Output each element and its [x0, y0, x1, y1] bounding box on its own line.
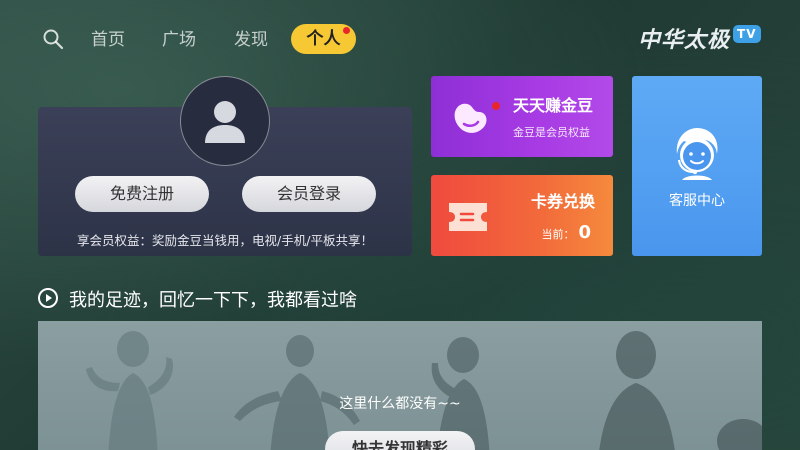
tab-personal-label: 个人: [306, 29, 341, 49]
gold-bean-card[interactable]: 天天赚金豆 金豆是会员权益: [431, 76, 613, 157]
customer-service-card[interactable]: 客服中心: [632, 76, 762, 256]
login-button[interactable]: 会员登录: [242, 176, 376, 212]
discover-button[interactable]: 快去发现精彩: [325, 431, 475, 450]
tab-home[interactable]: 首页: [91, 26, 125, 54]
search-icon[interactable]: [42, 28, 64, 50]
bean-icon: [454, 103, 487, 133]
history-panel: 这里什么都没有~~ 快去发现精彩: [38, 321, 762, 450]
customer-service-icon: [676, 128, 718, 180]
gold-notification-dot: [492, 102, 500, 110]
logo-text: 中华太极: [638, 28, 731, 53]
coupon-current: 当前： 0: [541, 222, 591, 243]
coupon-title: 卡券兑换: [530, 192, 595, 211]
avatar[interactable]: [180, 76, 270, 166]
avatar-icon: [205, 101, 245, 143]
tab-discover[interactable]: 发现: [234, 26, 268, 54]
member-benefit-text: 享会员权益：奖励金豆当钱用，电视/手机/平板共享！: [77, 233, 373, 248]
coupon-count: 0: [578, 222, 591, 243]
gold-bean-subtitle: 金豆是会员权益: [513, 126, 590, 139]
notification-dot: [343, 27, 350, 34]
footprint-title: 我的足迹，回忆一下下，我都看过啥: [69, 290, 357, 311]
ticket-icon: [449, 203, 487, 231]
coupon-card[interactable]: 卡券兑换 当前： 0: [431, 175, 613, 256]
register-button[interactable]: 免费注册: [75, 176, 209, 212]
tab-personal[interactable]: 个人: [291, 24, 356, 54]
app-logo: 中华太极 TV: [638, 22, 761, 54]
logo-tv-badge: TV: [733, 25, 761, 43]
tab-plaza[interactable]: 广场: [162, 26, 196, 54]
empty-history-text: 这里什么都没有~~: [339, 396, 461, 412]
gold-bean-title: 天天赚金豆: [513, 96, 594, 115]
coupon-current-label: 当前：: [541, 228, 575, 241]
play-circle-icon: [38, 288, 58, 308]
customer-service-label: 客服中心: [669, 193, 725, 209]
